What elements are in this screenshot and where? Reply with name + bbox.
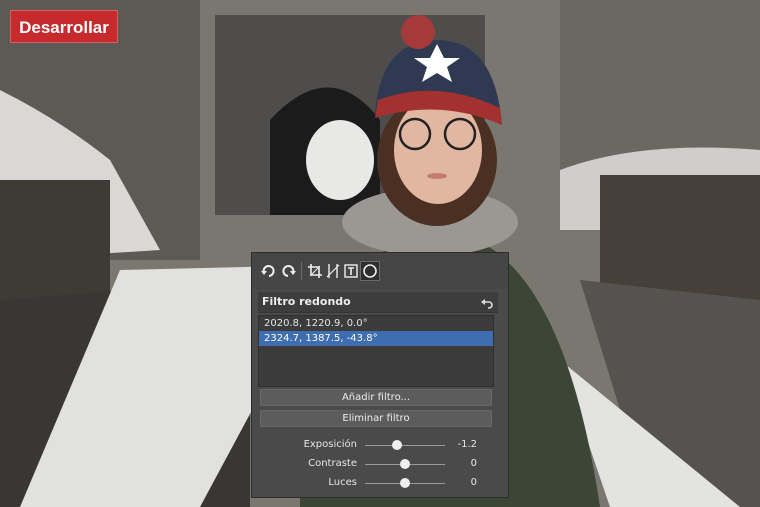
highlights-slider-row: Luces 0 bbox=[252, 476, 508, 490]
undo-icon[interactable] bbox=[480, 295, 494, 309]
add-filter-button[interactable]: Añadir filtro... bbox=[260, 389, 492, 406]
contrast-slider-row: Contraste 0 bbox=[252, 457, 508, 471]
radial-filter-icon[interactable] bbox=[360, 261, 380, 281]
exposure-slider-thumb[interactable] bbox=[392, 440, 402, 450]
contrast-value: 0 bbox=[470, 458, 477, 469]
highlights-value: 0 bbox=[470, 477, 477, 488]
develop-badge: Desarrollar bbox=[10, 10, 118, 43]
remove-filter-button[interactable]: Eliminar filtro bbox=[260, 410, 492, 427]
highlights-slider-track[interactable] bbox=[365, 478, 445, 488]
rotate-right-icon[interactable] bbox=[279, 262, 297, 280]
crop-icon[interactable] bbox=[306, 262, 324, 280]
panel-toolbar bbox=[252, 253, 508, 289]
exposure-slider-track[interactable] bbox=[365, 440, 445, 450]
contrast-slider-track[interactable] bbox=[365, 459, 445, 469]
highlights-label: Luces bbox=[328, 477, 357, 488]
curves-icon[interactable] bbox=[324, 262, 342, 280]
highlights-slider-thumb[interactable] bbox=[400, 478, 410, 488]
filter-list: 2020.8, 1220.9, 0.0° 2324.7, 1387.5, -43… bbox=[258, 315, 494, 387]
panel-header: Filtro redondo bbox=[258, 292, 498, 313]
radial-filter-panel: Filtro redondo 2020.8, 1220.9, 0.0° 2324… bbox=[252, 253, 508, 497]
contrast-slider-thumb[interactable] bbox=[400, 459, 410, 469]
panel-title: Filtro redondo bbox=[262, 295, 351, 308]
text-icon[interactable] bbox=[342, 262, 360, 280]
rotate-left-icon[interactable] bbox=[260, 262, 278, 280]
toolbar-separator bbox=[301, 262, 302, 280]
filter-list-item-selected[interactable]: 2324.7, 1387.5, -43.8° bbox=[259, 331, 493, 346]
contrast-label: Contraste bbox=[308, 458, 357, 469]
filter-list-item[interactable]: 2020.8, 1220.9, 0.0° bbox=[259, 316, 493, 331]
exposure-value: -1.2 bbox=[457, 439, 477, 450]
exposure-slider-row: Exposición -1.2 bbox=[252, 438, 508, 452]
exposure-label: Exposición bbox=[303, 439, 357, 450]
